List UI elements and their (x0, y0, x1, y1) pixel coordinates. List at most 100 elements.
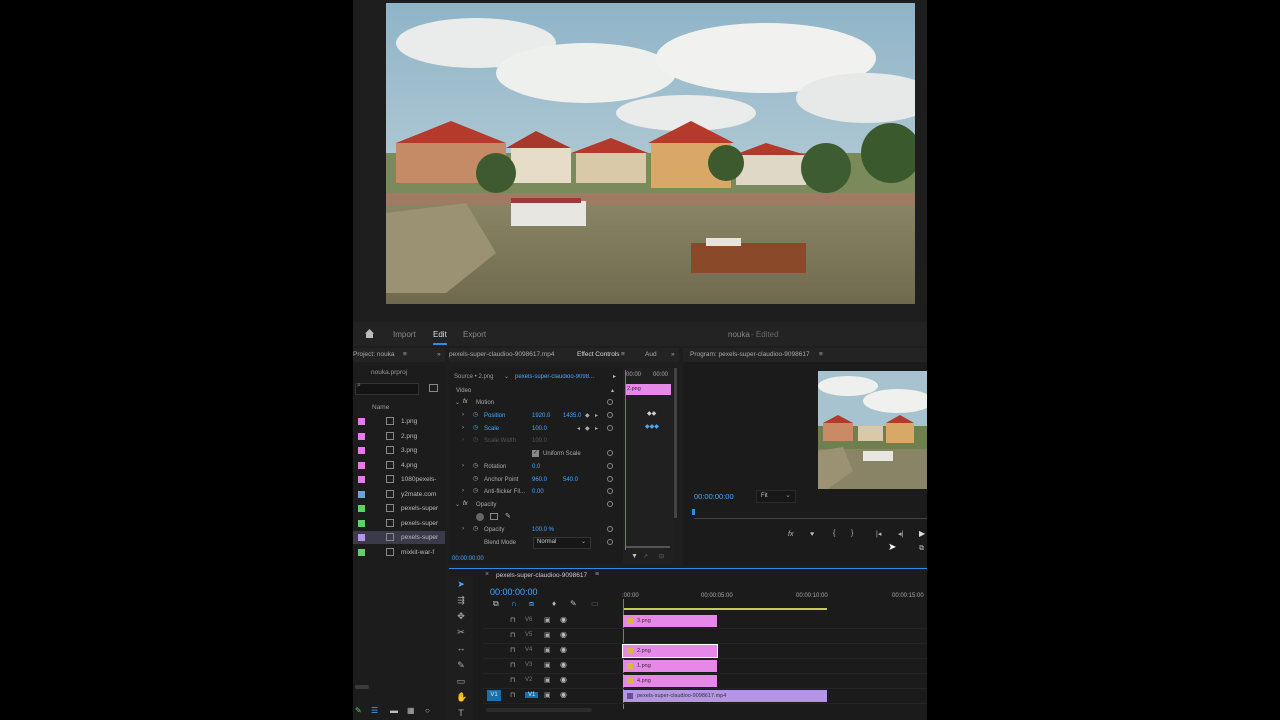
export-frame-icon[interactable]: ⧉ (919, 545, 924, 553)
track-name[interactable]: V3 (525, 662, 532, 668)
panel-menu-icon[interactable]: ≡ (819, 348, 823, 362)
program-scrubber[interactable] (694, 518, 927, 519)
next-keyframe-icon[interactable]: ▸ (595, 425, 598, 432)
source-patch-v1[interactable]: V1 (487, 690, 501, 701)
ripple-edit-icon[interactable]: ✥ (456, 611, 466, 621)
position-x-value[interactable]: 1920.0 (532, 413, 550, 419)
program-playhead[interactable] (692, 509, 695, 515)
export-frame-icon[interactable]: ↗ (643, 553, 648, 560)
track-name[interactable]: V2 (525, 677, 532, 683)
chevron-down-icon[interactable]: ⌄ (455, 399, 460, 406)
panel-menu-icon[interactable]: ≡ (403, 348, 407, 362)
project-item[interactable]: 1080pexels- (353, 473, 445, 486)
effect-keyframe-area[interactable]: 00:00 00:00 2.png ◆◆ ◆◆◆ ▼ ↗ ⊟ (623, 368, 673, 564)
play-only-clip-icon[interactable]: ▸ (613, 373, 616, 380)
play-icon[interactable]: ▶ (919, 529, 925, 538)
filter-icon[interactable]: ▼ (631, 553, 638, 560)
export-tab[interactable]: Export (463, 330, 486, 339)
lock-icon[interactable]: ⊓ (510, 676, 515, 684)
hand-icon[interactable]: ✋ (456, 692, 467, 702)
motion-row[interactable]: ⌄ fx Motion (449, 397, 623, 409)
chevron-right-icon[interactable]: › (462, 425, 464, 431)
program-title[interactable]: Program: pexels-super-claudioo-9098617 (690, 348, 810, 362)
label-color-swatch[interactable] (358, 447, 365, 454)
reset-icon[interactable] (607, 463, 613, 469)
slip-icon[interactable]: ↔ (456, 643, 466, 653)
anchor-y-value[interactable]: 540.0 (563, 477, 578, 483)
prev-keyframe-icon[interactable]: ◂ (577, 425, 580, 432)
anchor-point-row[interactable]: ◷ Anchor Point 960.0 540.0 (449, 474, 623, 486)
type-icon[interactable]: T (456, 708, 466, 718)
ec-playhead[interactable] (625, 370, 626, 550)
ec-zoom-scrollbar[interactable] (626, 546, 670, 548)
audio-tab[interactable]: Aud (645, 348, 657, 362)
project-item[interactable]: 2.png (353, 430, 445, 443)
anti-flicker-value[interactable]: 0.00 (532, 489, 544, 495)
nest-icon[interactable]: ⧈ (529, 599, 534, 609)
sequence-timecode[interactable]: 00:00:00:00 (490, 587, 538, 597)
keyframe-icon[interactable]: ◆◆ (647, 410, 656, 417)
project-scrollbar[interactable] (355, 685, 369, 689)
uniform-scale-row[interactable]: ✓ Uniform Scale (449, 448, 623, 460)
pencil-icon[interactable]: ✎ (355, 706, 362, 715)
chevron-right-icon[interactable]: › (462, 412, 464, 418)
reset-icon[interactable] (607, 526, 613, 532)
next-keyframe-icon[interactable]: ▸ (595, 412, 598, 419)
rectangle-mask-icon[interactable] (490, 513, 498, 520)
fit-select[interactable]: Fit ⌄ (756, 490, 796, 503)
sync-lock-icon[interactable]: ▣ (544, 661, 551, 669)
mark-out-icon[interactable]: } (851, 530, 853, 537)
source-tab[interactable]: pexels-super-claudioo-9098617.mp4 (449, 348, 559, 362)
scale-row[interactable]: › ◷ Scale 100.0 ◂ ◆ ▸ (449, 423, 623, 435)
project-item[interactable]: 1.png (353, 415, 445, 428)
track-name[interactable]: V1 (525, 692, 539, 698)
chevron-down-icon[interactable]: ⌄ (504, 373, 509, 380)
position-row[interactable]: › ◷ Position 1920.0 1435.0 ◆ ▸ (449, 410, 623, 422)
work-area-bar[interactable] (623, 608, 827, 610)
lock-icon[interactable]: ⊓ (510, 661, 515, 669)
label-color-swatch[interactable] (358, 418, 365, 425)
anchor-x-value[interactable]: 960.0 (532, 477, 547, 483)
panel-menu-icon[interactable]: ≡ (595, 571, 599, 578)
opacity-section-row[interactable]: ⌄ fx Opacity (449, 499, 623, 511)
project-search-input[interactable] (355, 383, 419, 395)
chevron-right-icon[interactable]: › (462, 526, 464, 532)
anti-flicker-row[interactable]: › ◷ Anti-flicker Fil... 0.00 (449, 486, 623, 498)
panel-overflow-icon[interactable]: » (671, 348, 675, 362)
add-marker-icon[interactable]: ♥ (810, 531, 814, 538)
wrench-icon[interactable]: ✎ (570, 599, 577, 608)
eye-icon[interactable]: ◉ (560, 615, 567, 624)
opacity-row[interactable]: › ◷ Opacity 100.0 % (449, 524, 623, 536)
project-item[interactable]: pexels-super (353, 517, 445, 530)
opacity-value[interactable]: 100.0 % (532, 527, 554, 533)
list-view-icon[interactable]: ☰ (371, 706, 378, 715)
marker-icon[interactable]: ♦ (552, 599, 556, 608)
mark-in-icon[interactable]: { (833, 530, 835, 537)
edit-tab[interactable]: Edit (433, 330, 447, 345)
chevron-right-icon[interactable]: › (462, 463, 464, 469)
fx-badge-icon[interactable]: fx (788, 531, 793, 538)
reset-icon[interactable] (607, 425, 613, 431)
ellipse-mask-icon[interactable] (476, 513, 484, 521)
project-item[interactable]: mixkit-war-f (353, 546, 445, 559)
stopwatch-icon[interactable]: ◷ (473, 424, 478, 431)
keyframe-icon[interactable]: ◆◆◆ (645, 423, 659, 430)
timeline-clip[interactable]: 1.png (623, 660, 717, 672)
icon-view-icon[interactable]: ▬ (390, 706, 398, 715)
effect-controls-tab[interactable]: Effect Controls (577, 348, 620, 362)
sync-lock-icon[interactable]: ▣ (544, 691, 551, 699)
label-color-swatch[interactable] (358, 534, 365, 541)
rectangle-icon[interactable]: ▭ (456, 676, 466, 686)
chevron-down-icon[interactable]: ⌄ (455, 501, 460, 508)
fx-icon[interactable]: fx (463, 399, 468, 405)
close-icon[interactable]: × (485, 571, 489, 578)
add-keyframe-icon[interactable]: ◆ (585, 412, 590, 419)
name-column-header[interactable]: Name (372, 404, 389, 411)
label-color-swatch[interactable] (358, 505, 365, 512)
eye-icon[interactable]: ◉ (560, 675, 567, 684)
project-item[interactable]: 4.png (353, 459, 445, 472)
lock-icon[interactable]: ⊓ (510, 616, 515, 624)
track-select-icon[interactable]: ⇶ (456, 595, 466, 605)
stopwatch-icon[interactable]: ◷ (473, 475, 478, 482)
track-name[interactable]: V4 (525, 647, 532, 653)
